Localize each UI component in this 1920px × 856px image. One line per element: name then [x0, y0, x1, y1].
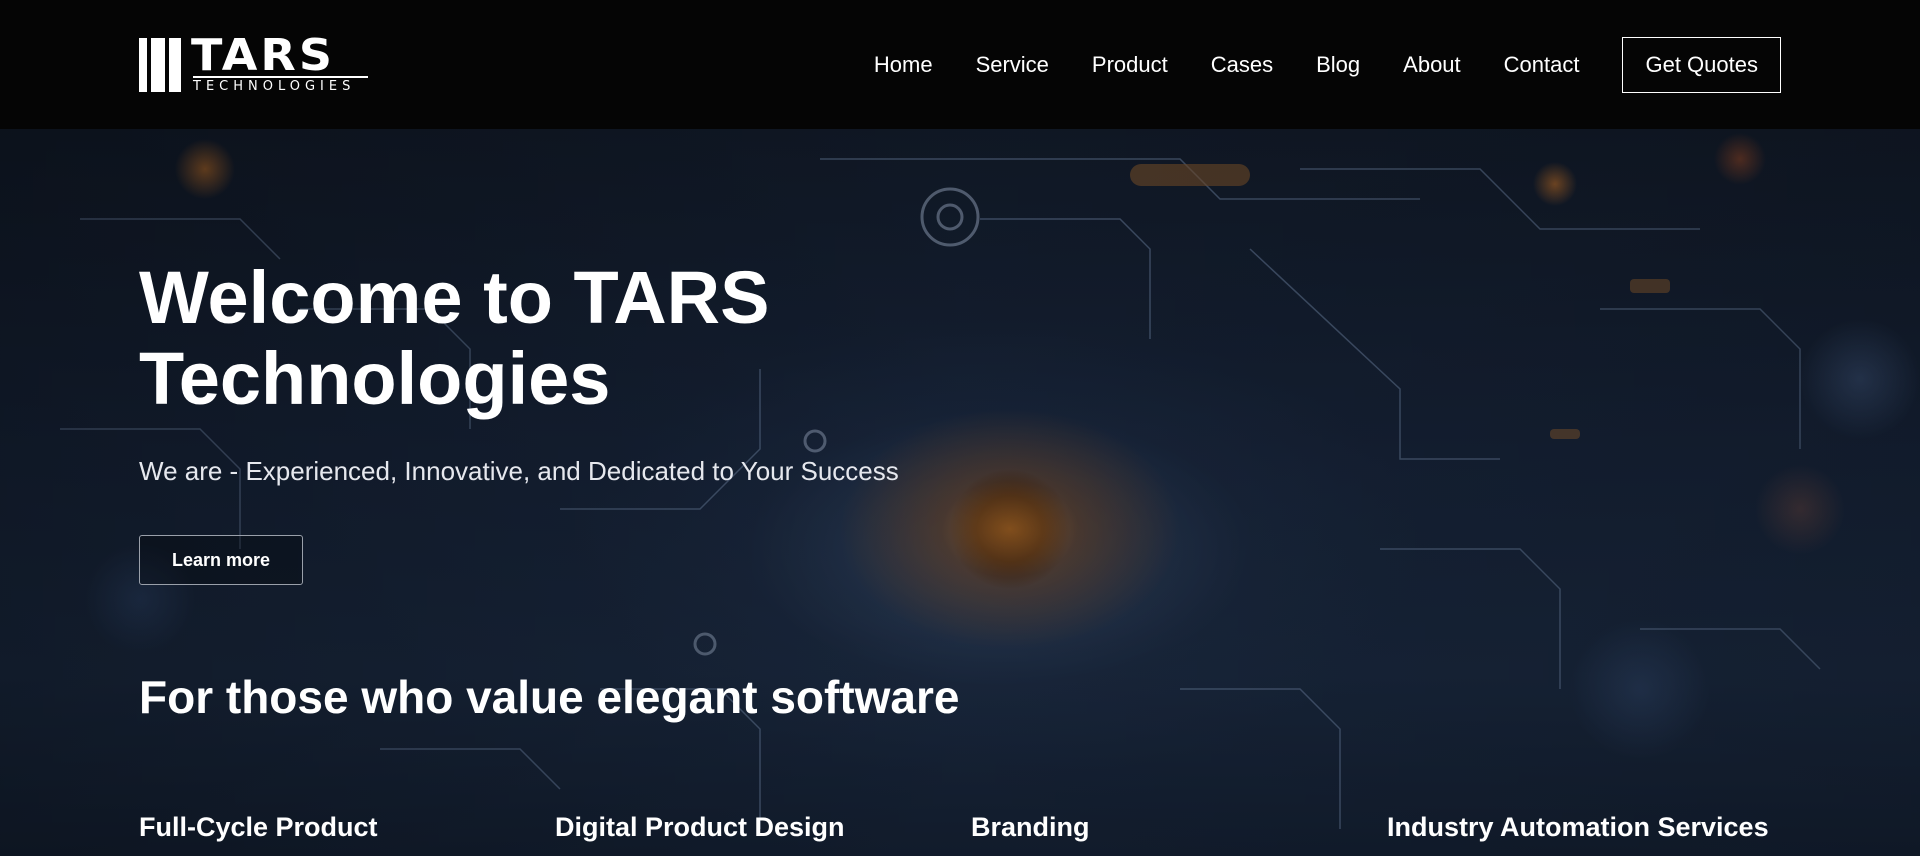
service-full-cycle-product[interactable]: Full-Cycle Product — [139, 812, 378, 843]
services-row: Full-Cycle Product Digital Product Desig… — [139, 812, 1839, 852]
nav-product[interactable]: Product — [1092, 50, 1168, 80]
learn-more-button[interactable]: Learn more — [139, 535, 303, 585]
service-digital-product-design[interactable]: Digital Product Design — [555, 812, 845, 843]
page: TARS TECHNOLOGIES Home Service Product C… — [0, 0, 1920, 856]
logo-wordmark: TARS — [191, 29, 335, 81]
hero-title: Welcome to TARS Technologies — [139, 256, 770, 420]
nav-contact[interactable]: Contact — [1504, 50, 1580, 80]
nav-blog[interactable]: Blog — [1316, 50, 1360, 80]
logo-subtext: TECHNOLOGIES — [193, 76, 368, 94]
hero-subtitle: We are - Experienced, Innovative, and De… — [139, 456, 899, 486]
nav-home[interactable]: Home — [874, 50, 933, 80]
service-industry-automation[interactable]: Industry Automation Services — [1387, 812, 1769, 843]
nav-service[interactable]: Service — [976, 50, 1049, 80]
tars-logo[interactable]: TARS TECHNOLOGIES — [139, 31, 379, 94]
nav-cases[interactable]: Cases — [1211, 50, 1273, 80]
section-title: For those who value elegant software — [139, 671, 960, 723]
site-header: TARS TECHNOLOGIES Home Service Product C… — [0, 0, 1920, 129]
hero-dark-overlay — [0, 129, 1920, 856]
nav-about[interactable]: About — [1403, 50, 1461, 80]
service-branding[interactable]: Branding — [971, 812, 1090, 843]
logo-mark-icon — [139, 38, 181, 92]
main-nav: Home Service Product Cases Blog About Co… — [874, 0, 1920, 129]
get-quotes-button[interactable]: Get Quotes — [1622, 36, 1781, 93]
